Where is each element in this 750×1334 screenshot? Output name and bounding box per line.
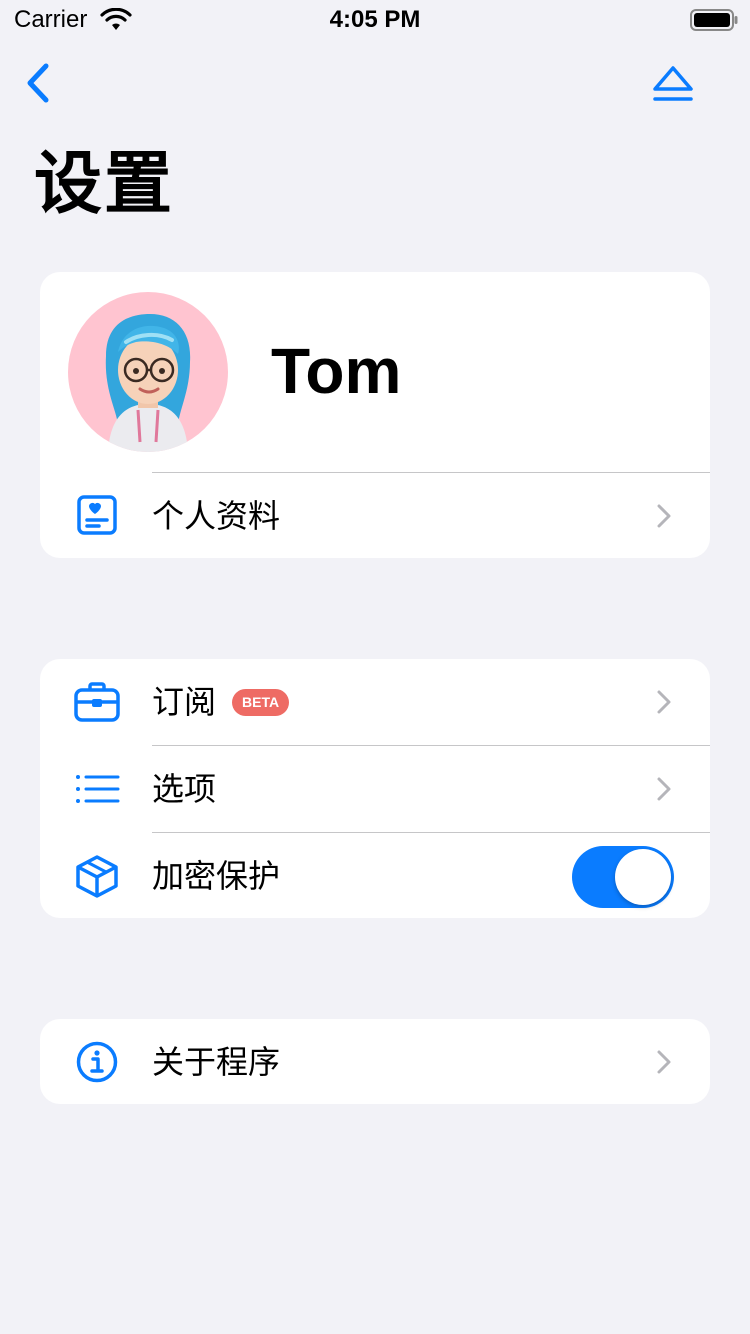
- about-card: 关于程序: [40, 1019, 710, 1104]
- cube-icon: [76, 855, 118, 898]
- beta-badge: BETA: [232, 689, 290, 716]
- profile-card: Tom 个人资料: [40, 272, 710, 558]
- toggle-knob: [615, 849, 671, 905]
- battery-icon: [690, 9, 738, 31]
- options-label: 选项: [152, 771, 217, 807]
- profile-name: Tom: [271, 335, 402, 407]
- briefcase-icon: [74, 682, 120, 722]
- subscription-label: 订阅: [152, 684, 217, 720]
- encryption-label: 加密保护: [152, 858, 281, 894]
- row-profile-details[interactable]: 个人资料: [40, 473, 710, 558]
- back-chevron-icon[interactable]: [22, 60, 56, 106]
- eject-icon[interactable]: [650, 64, 696, 106]
- memoji-avatar-image: [105, 314, 191, 452]
- status-time: 4:05 PM: [329, 6, 421, 33]
- chevron-right-icon: [657, 504, 671, 528]
- row-about[interactable]: 关于程序: [40, 1019, 710, 1104]
- row-options[interactable]: 选项: [40, 746, 710, 832]
- chevron-right-icon: [657, 690, 671, 714]
- settings-group-card: 订阅 BETA 选项 加密保护: [40, 659, 710, 918]
- row-encryption: 加密保护: [40, 833, 710, 918]
- row-subscription[interactable]: 订阅 BETA: [40, 659, 710, 745]
- info-circle-icon: [76, 1041, 118, 1083]
- avatar: [68, 292, 228, 452]
- encryption-toggle[interactable]: [572, 846, 674, 908]
- profile-details-label: 个人资料: [152, 498, 281, 534]
- page-title: 设置: [34, 146, 175, 222]
- list-icon: [76, 775, 120, 803]
- chevron-right-icon: [657, 1050, 671, 1074]
- id-card-icon: [77, 495, 117, 535]
- chevron-right-icon: [657, 777, 671, 801]
- about-label: 关于程序: [152, 1044, 281, 1080]
